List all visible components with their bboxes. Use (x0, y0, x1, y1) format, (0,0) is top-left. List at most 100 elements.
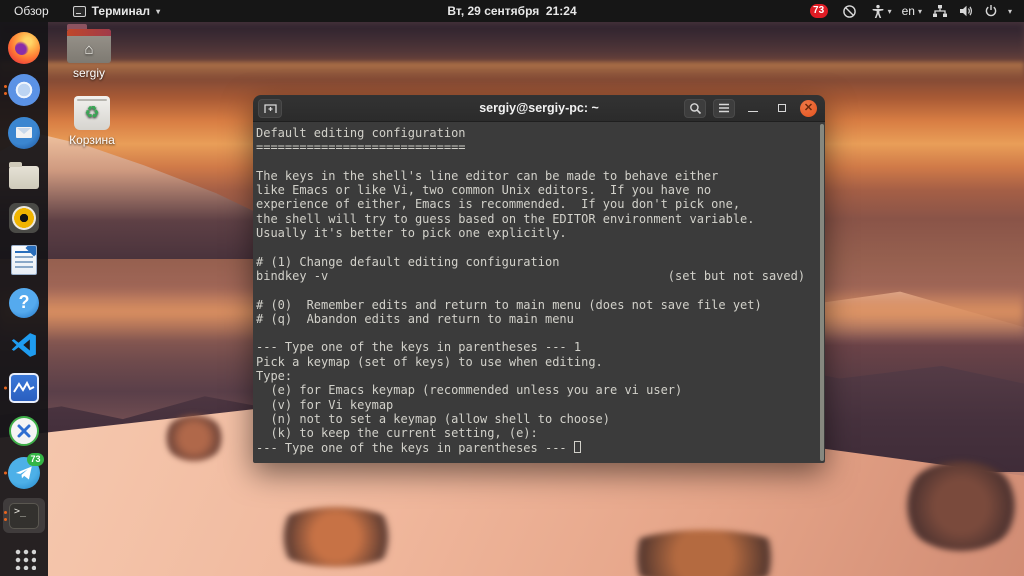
terminal-line: Pick a keymap (set of keys) to use when … (256, 355, 823, 369)
telegram-unread-badge: 73 (27, 453, 44, 466)
terminal-line: Default editing configuration (256, 126, 823, 140)
dock-item-system-monitor[interactable] (3, 370, 45, 406)
terminal-line (256, 240, 823, 254)
app-menu-terminal[interactable]: Терминал ▾ (63, 0, 170, 22)
show-applications-button[interactable] (3, 540, 45, 576)
thunderbird-icon (8, 117, 40, 149)
dock-item-vscode[interactable] (3, 328, 45, 364)
language-label: en (902, 4, 915, 18)
desktop-icon-label: Корзина (56, 133, 128, 147)
hamburger-icon (718, 103, 730, 113)
dock-item-thunderbird[interactable] (3, 115, 45, 151)
dock-item-chromium[interactable] (3, 73, 45, 109)
dock-item-help[interactable]: ? (3, 285, 45, 321)
desktop-icon-label: sergiy (53, 66, 125, 80)
new-tab-button[interactable] (258, 99, 282, 118)
maximize-icon (778, 104, 786, 112)
search-button[interactable] (684, 99, 706, 118)
terminal-line (256, 326, 823, 340)
terminal-line: like Emacs or like Vi, two common Unix e… (256, 183, 823, 197)
running-indicator (4, 85, 7, 95)
dock-item-remmina[interactable] (3, 413, 45, 449)
scrollbar[interactable] (820, 124, 824, 461)
cloud-streak (0, 24, 1024, 58)
menu-button[interactable] (713, 99, 735, 118)
volume-icon[interactable] (958, 4, 974, 18)
power-icon[interactable] (984, 4, 998, 18)
system-tray: ▾ en ▾ ▾ (871, 0, 1012, 22)
dock-item-rhythmbox[interactable] (3, 200, 45, 236)
activities-button[interactable]: Обзор (0, 0, 63, 22)
dock-item-terminal[interactable]: >_ (3, 498, 45, 534)
top-bar: Обзор Терминал ▾ Вт, 29 сентября 21:24 7… (0, 0, 1024, 22)
terminal-line: ============================= (256, 140, 823, 154)
desktop: Обзор Терминал ▾ Вт, 29 сентября 21:24 7… (0, 0, 1024, 576)
maximize-button[interactable] (771, 99, 793, 118)
terminal-line: # (q) Abandon edits and return to main m… (256, 312, 823, 326)
terminal-line: Usually it's better to pick one explicit… (256, 226, 823, 240)
terminal-line: (n) not to set a keymap (allow shell to … (256, 412, 823, 426)
rhythmbox-icon (9, 203, 39, 233)
trash-icon: ♻ (74, 96, 110, 130)
terminal-line: (k) to keep the current setting, (e): (256, 426, 823, 440)
terminal-line (256, 283, 823, 297)
dock-item-libreoffice-writer[interactable] (3, 243, 45, 279)
desktop-icon-home[interactable]: ⌂ sergiy (53, 29, 125, 80)
minimize-icon (748, 111, 758, 113)
chevron-down-icon: ▾ (918, 7, 922, 16)
system-monitor-icon (9, 373, 39, 403)
terminal-line: (e) for Emacs keymap (recommended unless… (256, 383, 823, 397)
terminal-line: the shell will try to guess based on the… (256, 212, 823, 226)
terminal-window: sergiy@sergiy-pc: ~ ✕ Default editing co… (253, 95, 825, 463)
dock-item-telegram[interactable]: 73 (3, 455, 45, 491)
accessibility-menu[interactable]: ▾ (871, 4, 892, 19)
terminal-output: Default editing configuration===========… (256, 126, 823, 455)
files-icon (9, 166, 39, 189)
minimize-button[interactable] (742, 99, 764, 118)
dock-item-files[interactable] (3, 158, 45, 194)
terminal-body[interactable]: Default editing configuration===========… (253, 122, 825, 463)
close-button[interactable]: ✕ (800, 100, 817, 117)
terminal-line: (v) for Vi keymap (256, 398, 823, 412)
search-icon (689, 102, 702, 115)
firefox-icon (8, 32, 40, 64)
terminal-window-icon (73, 6, 86, 17)
notification-badge[interactable]: 73 (810, 4, 828, 18)
do-not-disturb-icon[interactable] (842, 4, 857, 19)
terminal-line: Type: (256, 369, 823, 383)
vscode-icon (10, 331, 38, 359)
chromium-icon (8, 74, 40, 106)
language-indicator[interactable]: en ▾ (902, 4, 922, 18)
terminal-titlebar[interactable]: sergiy@sergiy-pc: ~ ✕ (253, 95, 825, 122)
app-menu-label: Терминал (92, 4, 150, 18)
remmina-icon (9, 416, 39, 446)
tree-cluster (164, 415, 224, 461)
desktop-icon-trash[interactable]: ♻ Корзина (56, 96, 128, 147)
dock-item-firefox[interactable] (3, 30, 45, 66)
terminal-line (256, 155, 823, 169)
app-grid-icon (13, 547, 36, 570)
terminal-line: experience of either, Emacs is recommend… (256, 197, 823, 211)
wired-network-icon[interactable] (932, 4, 948, 18)
dock: ? 73 (0, 22, 48, 576)
cloud-glow (0, 62, 1024, 80)
running-indicator (4, 472, 7, 475)
terminal-line: --- Type one of the keys in parentheses … (256, 340, 823, 354)
terminal-icon: >_ (9, 503, 39, 529)
recycle-glyph: ♻ (84, 103, 99, 123)
terminal-prompt-line: --- Type one of the keys in parentheses … (256, 441, 823, 455)
chevron-down-icon: ▾ (888, 7, 892, 16)
terminal-line: bindkey -v (set but not saved) (256, 269, 823, 283)
chevron-down-icon[interactable]: ▾ (1008, 7, 1012, 16)
home-folder-icon: ⌂ (67, 29, 111, 63)
terminal-line: The keys in the shell's line editor can … (256, 169, 823, 183)
running-indicator (4, 387, 7, 390)
running-indicator (4, 511, 7, 521)
help-icon: ? (9, 288, 39, 318)
tree-cluster (266, 507, 406, 567)
terminal-cursor (574, 441, 581, 453)
terminal-line: # (0) Remember edits and return to main … (256, 298, 823, 312)
chevron-down-icon: ▾ (156, 7, 160, 16)
home-glyph: ⌂ (84, 41, 93, 58)
tree-cluster (901, 461, 1021, 551)
